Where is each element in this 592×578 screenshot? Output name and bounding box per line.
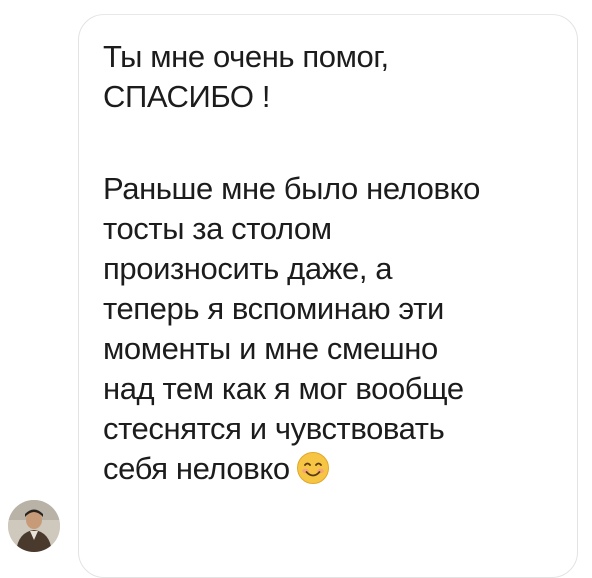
person-avatar-icon <box>8 500 60 552</box>
message-bubble[interactable]: Ты мне очень помог, СПАСИБО ! Раньше мне… <box>78 14 578 578</box>
message-line: теперь я вспоминаю эти <box>103 291 444 326</box>
message-line: моменты и мне смешно <box>103 331 438 366</box>
message-line: СПАСИБО ! <box>103 79 271 114</box>
message-line: Раньше мне было неловко <box>103 171 480 206</box>
incoming-message-row: Ты мне очень помог, СПАСИБО ! Раньше мне… <box>0 0 592 578</box>
message-line-text: себя неловко <box>103 451 290 486</box>
message-line: над тем как я мог вообще <box>103 371 464 406</box>
message-line: стеснятся и чувствовать <box>103 411 445 446</box>
message-line: Ты мне очень помог, <box>103 39 389 74</box>
sender-avatar[interactable] <box>8 500 60 552</box>
message-line: тосты за столом <box>103 211 332 246</box>
smiling-face-icon <box>296 451 330 485</box>
message-last-line: себя неловко <box>103 449 555 489</box>
chat-thread: Ты мне очень помог, СПАСИБО ! Раньше мне… <box>0 0 592 578</box>
message-line: произносить даже, а <box>103 251 393 286</box>
